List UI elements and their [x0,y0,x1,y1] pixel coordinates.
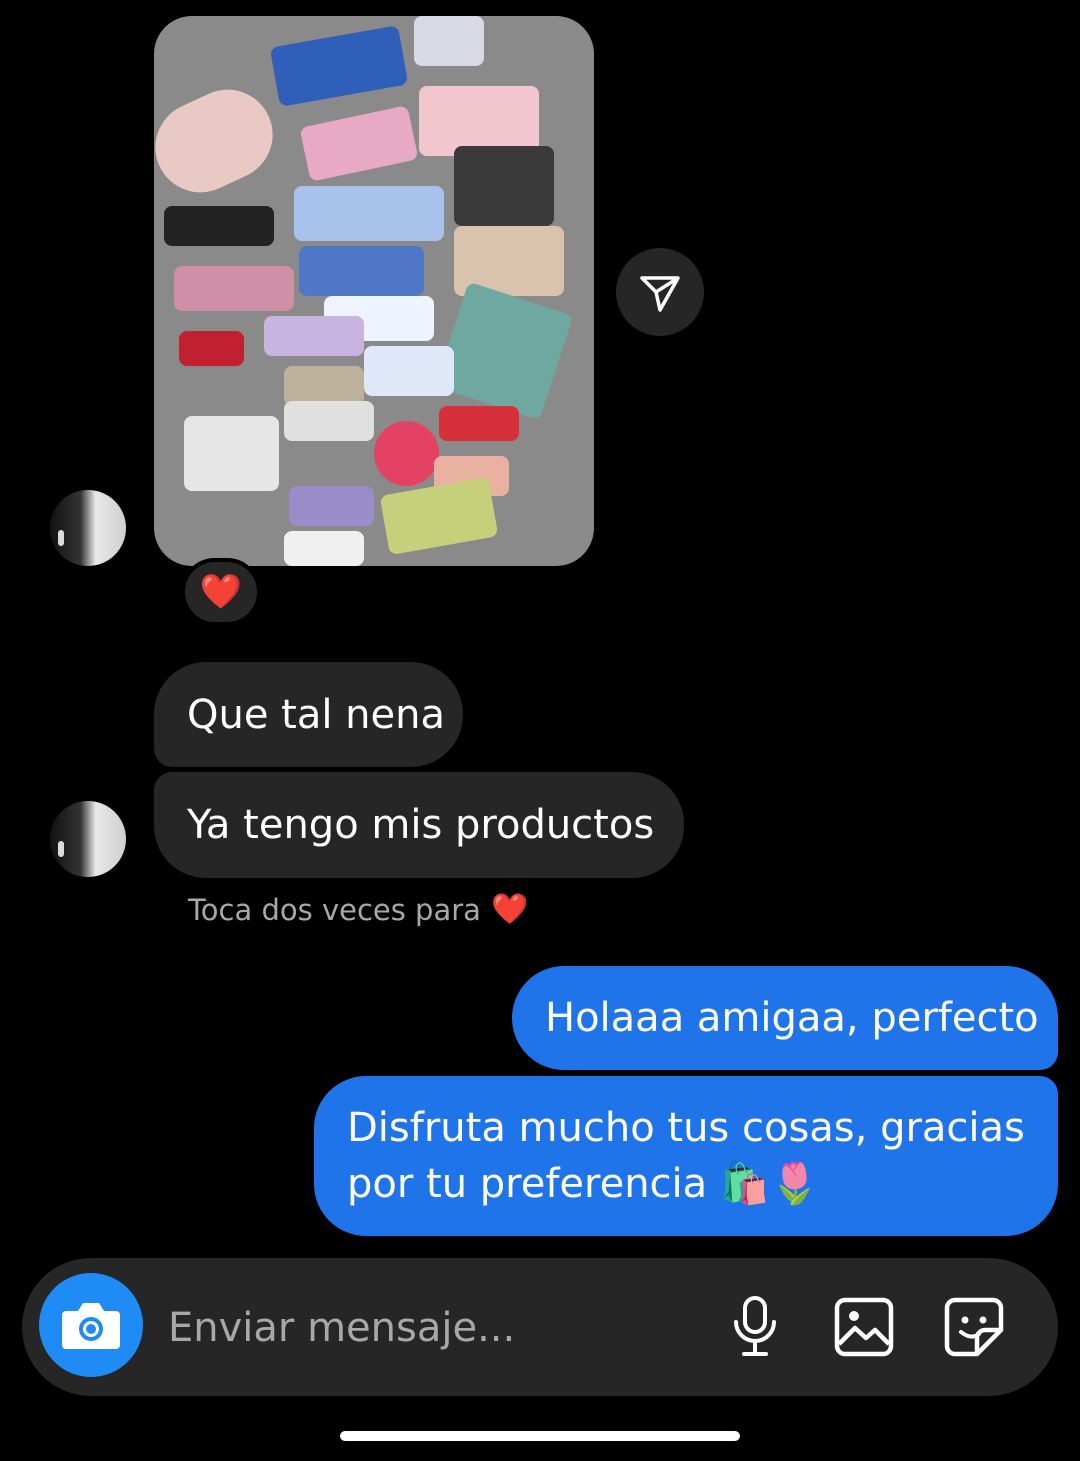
photo-product [289,486,374,526]
photo-product [284,366,364,406]
outgoing-message[interactable]: Disfruta mucho tus cosas, gracias por tu… [314,1076,1058,1236]
sender-avatar[interactable] [50,801,126,877]
photo-product [414,16,484,66]
hint-text: Toca dos veces para [188,892,481,927]
photo-product [439,406,519,441]
message-text: Disfruta mucho tus cosas, gracias por tu… [347,1105,1025,1207]
photo-product [374,421,439,486]
sticker-icon [944,1297,1004,1357]
photo-message[interactable] [154,16,594,566]
photo-product [379,476,499,556]
home-indicator[interactable] [340,1431,740,1441]
message-text: Ya tengo mis productos [187,802,655,848]
photo-product [269,25,409,107]
photo-product [364,346,454,396]
message-text: Holaaa amigaa, perfecto [545,995,1039,1041]
sender-avatar[interactable] [50,490,126,566]
gallery-icon [834,1297,894,1357]
microphone-icon [734,1296,776,1356]
outgoing-message[interactable]: Holaaa amigaa, perfecto [512,966,1058,1070]
photo-product [294,186,444,241]
message-text: Que tal nena [187,691,446,738]
sticker-button[interactable] [939,1292,1009,1362]
double-tap-hint: Toca dos veces para ❤️ [188,892,528,927]
input-placeholder: Enviar mensaje... [168,1305,516,1351]
photo-product [174,266,294,311]
photo-product [299,246,424,296]
paper-plane-icon [640,276,680,312]
incoming-message[interactable]: Ya tengo mis productos [154,772,684,878]
photo-product [164,206,274,246]
photo-product [299,105,419,182]
gallery-button[interactable] [829,1292,899,1362]
photo-product [434,281,574,421]
photo-product [154,74,288,208]
photo-product [454,146,554,226]
photo-product [184,416,279,491]
heart-icon: ❤️ [490,892,529,927]
message-input[interactable]: Enviar mensaje... [168,1300,515,1356]
camera-icon [62,1303,120,1349]
share-button[interactable] [616,248,704,336]
camera-button[interactable] [39,1273,143,1377]
photo-product [284,401,374,441]
photo-product [264,316,364,356]
photo-product [179,331,244,366]
heart-icon: ❤️ [199,572,243,612]
voice-message-button[interactable] [720,1292,790,1362]
incoming-message[interactable]: Que tal nena [154,662,463,767]
photo-product [284,531,364,566]
reaction-badge[interactable]: ❤️ [181,558,261,626]
